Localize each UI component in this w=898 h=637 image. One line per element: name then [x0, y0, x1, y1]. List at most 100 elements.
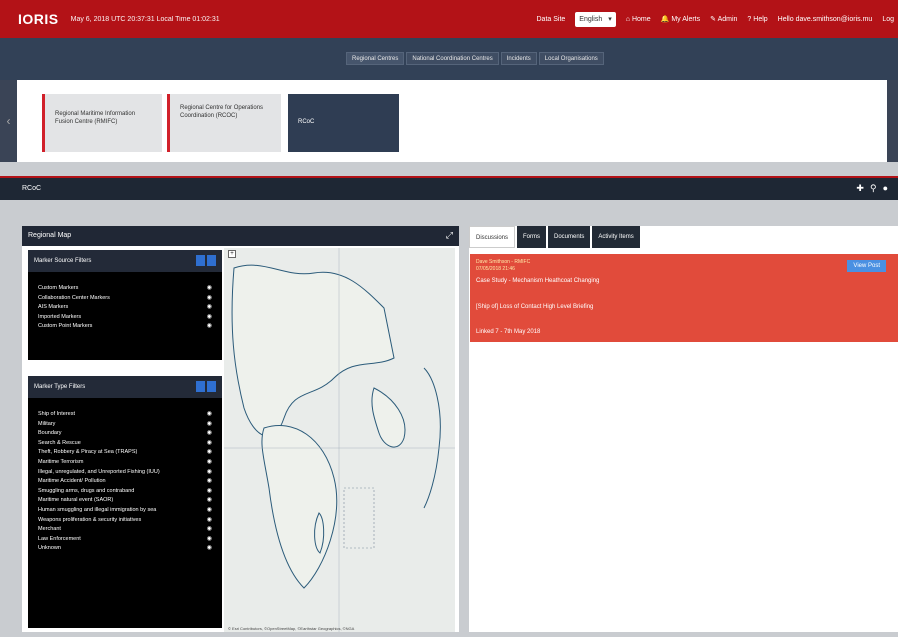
centres-tabs-bar: Regional Centres National Coordination C… [0, 38, 898, 80]
tab-documents[interactable]: Documents [548, 226, 591, 248]
eye-icon[interactable]: ◉ [207, 544, 212, 554]
filter-item[interactable]: Weapons proliferation & security initiat… [28, 516, 222, 526]
user-greeting[interactable]: Hello dave.smithson@ioris.mu [778, 16, 873, 23]
top-bar: IORIS May 6, 2018 UTC 20:37:31 Local Tim… [0, 0, 898, 38]
eye-icon[interactable]: ◉ [207, 448, 212, 458]
card-label: Regional Maritime Information Fusion Cen… [55, 111, 136, 125]
eye-icon[interactable]: ◉ [207, 429, 212, 439]
info-icon[interactable]: ● [883, 183, 894, 193]
logout-link[interactable]: Log [882, 16, 894, 23]
filter-item[interactable]: Unknown ◉ [28, 544, 222, 554]
eye-icon[interactable]: ◉ [207, 506, 212, 516]
tab-activity-items[interactable]: Activity Items [592, 226, 640, 248]
marker-source-header: Marker Source Filters [28, 250, 222, 272]
deselect-all-button[interactable] [207, 255, 216, 266]
tab-forms[interactable]: Forms [517, 226, 547, 248]
card-rmifc[interactable]: Regional Maritime Information Fusion Cen… [42, 94, 162, 152]
filter-item[interactable]: Maritime natural event (SAOR) ◉ [28, 496, 222, 506]
filter-item-label: Ship of Interest [38, 411, 75, 417]
filter-item-label: Maritime natural event (SAOR) [38, 497, 114, 504]
eye-icon[interactable]: ◉ [207, 303, 212, 313]
tab-national-coordination-centres[interactable]: National Coordination Centres [406, 52, 499, 65]
filter-item-label: Unknown [38, 545, 61, 552]
help-link[interactable]: ? Help [747, 16, 767, 23]
admin-link[interactable]: ✎ Admin [710, 15, 737, 23]
eye-icon[interactable]: ◉ [207, 496, 212, 506]
carousel-next-button[interactable] [887, 80, 898, 162]
marker-type-list: Ship of Interest ◉ Military ◉ Boundary ◉ Searc… [28, 398, 222, 554]
view-post-button[interactable]: View Post [847, 260, 886, 272]
regional-map[interactable]: + © Esri Contributors, ©OpenStreetMap, ©… [224, 248, 455, 632]
tab-local-organisations[interactable]: Local Organisations [538, 52, 604, 65]
deselect-all-button[interactable] [207, 381, 216, 392]
chevron-down-icon: ▾ [608, 16, 612, 23]
marker-type-header: Marker Type Filters [28, 376, 222, 398]
expand-icon[interactable]: ⤢ [446, 230, 453, 241]
filter-item[interactable]: Search & Rescue ◉ [28, 439, 222, 449]
filter-item[interactable]: Smuggling arms, drugs and contraband ◉ [28, 487, 222, 497]
eye-icon[interactable]: ◉ [207, 410, 212, 420]
filter-item[interactable]: AIS Markers ◉ [28, 303, 222, 313]
filter-item-label: AIS Markers [38, 304, 69, 311]
post-title: Case Study - Mechanism Heathcoat Changin… [476, 278, 600, 284]
data-site-link[interactable]: Data Site [537, 16, 566, 23]
map-credit: © Esri Contributors, ©OpenStreetMap, ©Ea… [228, 626, 355, 631]
pencil-icon: ✎ [710, 16, 716, 23]
regional-map-panel: Regional Map ⤢ Marker Source Filters Cus… [22, 226, 459, 632]
user-icon[interactable]: ⚲ [870, 183, 883, 193]
filter-item-label: Maritime Terrorism [38, 458, 84, 465]
eye-icon[interactable]: ◉ [207, 458, 212, 468]
filter-item[interactable]: Merchant ◉ [28, 525, 222, 535]
select-all-button[interactable] [196, 255, 205, 266]
eye-icon[interactable]: ◉ [207, 525, 212, 535]
tab-discussions[interactable]: Discussions [469, 226, 516, 248]
eye-icon[interactable]: ◉ [207, 322, 212, 332]
app-logo[interactable]: IORIS [18, 11, 59, 27]
filter-item[interactable]: Law Enforcement ◉ [28, 535, 222, 545]
section-header: RCoC ✚⚲● [0, 178, 898, 200]
carousel-prev-button[interactable]: ‹ [0, 80, 17, 162]
filter-item[interactable]: Maritime Accident/ Pollution ◉ [28, 477, 222, 487]
eye-icon[interactable]: ◉ [207, 420, 212, 430]
language-value: English [579, 15, 603, 23]
post-link[interactable]: Linked 7 - 7th May 2018 [476, 329, 540, 335]
filter-item[interactable]: Collaboration Center Markers ◉ [28, 294, 222, 304]
discussion-post[interactable]: Dave Smithson - RMIFC 07/05/2018 21:46 C… [470, 254, 898, 342]
eye-icon[interactable]: ◉ [207, 535, 212, 545]
filter-item[interactable]: Imported Markers ◉ [28, 313, 222, 323]
filter-item[interactable]: Military ◉ [28, 420, 222, 430]
eye-icon[interactable]: ◉ [207, 487, 212, 497]
filter-item[interactable]: Theft, Robbery & Piracy at Sea (TRAPS) ◉ [28, 448, 222, 458]
my-alerts-link[interactable]: 🔔 My Alerts [661, 15, 700, 23]
filter-item[interactable]: Boundary ◉ [28, 429, 222, 439]
filter-item[interactable]: Human smuggling and illegal immigration … [28, 506, 222, 516]
chevron-left-icon: ‹ [6, 114, 11, 128]
filter-item[interactable]: Illegal, unregulated, and Unreported Fis… [28, 468, 222, 478]
filter-item-label: Weapons proliferation & security initiat… [38, 516, 142, 523]
tab-regional-centres[interactable]: Regional Centres [346, 52, 405, 65]
select-all-button[interactable] [196, 381, 205, 392]
filter-item-label: Boundary [38, 430, 62, 437]
filter-item[interactable]: Custom Point Markers ◉ [28, 322, 222, 332]
zoom-in-button[interactable]: + [228, 250, 236, 258]
eye-icon[interactable]: ◉ [207, 468, 212, 478]
help-icon: ? [747, 15, 752, 23]
filter-item-label: Human smuggling and illegal immigration … [38, 506, 157, 513]
eye-icon[interactable]: ◉ [207, 516, 212, 526]
filter-item[interactable]: Ship of Interest ◉ [28, 410, 222, 420]
card-rcoc[interactable]: Regional Centre for Operations Coordinat… [167, 94, 281, 152]
card-rcoc-short[interactable]: RCoC [288, 94, 399, 152]
eye-icon[interactable]: ◉ [207, 439, 212, 449]
filter-item[interactable]: Custom Markers ◉ [28, 284, 222, 294]
eye-icon[interactable]: ◉ [207, 284, 212, 294]
filter-item-label: Military [38, 420, 56, 427]
filter-item[interactable]: Maritime Terrorism ◉ [28, 458, 222, 468]
home-link[interactable]: ⌂ Home [626, 16, 651, 23]
eye-icon[interactable]: ◉ [207, 313, 212, 323]
eye-icon[interactable]: ◉ [207, 477, 212, 487]
tab-incidents[interactable]: Incidents [500, 52, 537, 65]
eye-icon[interactable]: ◉ [207, 294, 212, 304]
language-select[interactable]: English ▾ [575, 11, 616, 27]
bell-icon: 🔔 [660, 16, 670, 23]
pin-icon[interactable]: ✚ [856, 183, 870, 193]
